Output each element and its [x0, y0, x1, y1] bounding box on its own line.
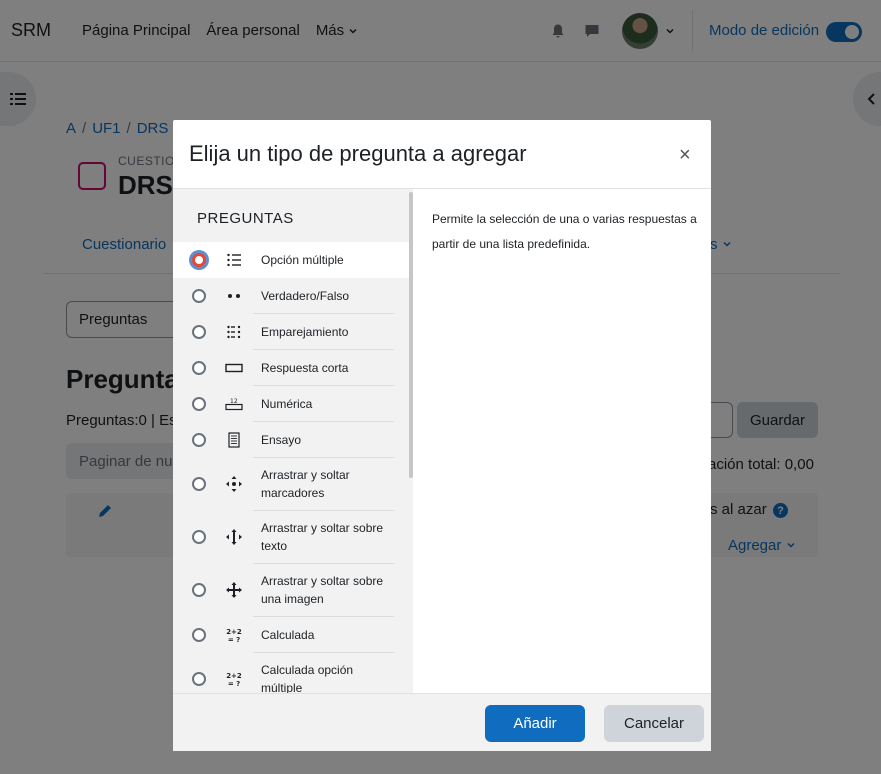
radio-button[interactable] — [192, 432, 206, 447]
radio-button[interactable] — [192, 360, 206, 375]
drag-image-icon — [225, 581, 243, 599]
option-ddimageortext[interactable]: Arrastrar y soltar sobre una imagen — [173, 564, 409, 616]
numeric-icon: 12 — [225, 395, 243, 413]
essay-icon — [225, 431, 243, 449]
radio-button[interactable] — [192, 627, 206, 642]
calculated-icon: 2+2 = ? — [225, 626, 243, 644]
two-dots-icon — [225, 287, 243, 305]
cancel-button[interactable]: Cancelar — [604, 705, 704, 742]
option-label: Emparejamiento — [261, 324, 349, 339]
option-numerical[interactable]: 12 Numérica — [173, 386, 409, 421]
option-ddmarker[interactable]: Arrastrar y soltar marcadores — [173, 458, 409, 510]
modal-footer: Añadir Cancelar — [173, 693, 711, 751]
short-answer-icon — [225, 359, 243, 377]
option-label: Arrastrar y soltar marcadores — [261, 468, 350, 500]
question-type-list: PREGUNTAS Opción múltiple Verdadero/Fals… — [173, 189, 413, 693]
question-type-chooser-dialog: Elija un tipo de pregunta a agregar × PR… — [173, 120, 711, 751]
radio-button[interactable] — [192, 530, 206, 544]
add-button[interactable]: Añadir — [485, 705, 585, 742]
matching-icon — [225, 323, 243, 341]
list-icon — [225, 251, 243, 269]
calculated-icon-text: 2+2 = ? — [226, 628, 242, 643]
radio-button[interactable] — [192, 324, 206, 339]
option-label: Respuesta corta — [261, 360, 349, 375]
radio-button[interactable] — [192, 477, 206, 491]
option-label: Verdadero/Falso — [261, 288, 350, 303]
option-calculated[interactable]: 2+2 = ? Calculada — [173, 617, 409, 652]
drag-markers-icon — [225, 475, 243, 493]
option-truefalse[interactable]: Verdadero/Falso — [173, 278, 409, 313]
calculated-multi-icon-text: 2+2 = ? — [226, 672, 242, 687]
modal-title: Elija un tipo de pregunta a agregar — [189, 141, 527, 166]
option-label: Arrastrar y soltar sobre una imagen — [261, 574, 384, 606]
option-calculatedmulti[interactable]: 2+2 = ? Calculada opción múltiple — [173, 653, 409, 693]
drag-text-icon — [225, 528, 243, 546]
option-multichoice[interactable]: Opción múltiple — [173, 242, 409, 278]
option-ddwtos[interactable]: Arrastrar y soltar sobre texto — [173, 511, 409, 563]
option-label: Numérica — [261, 396, 313, 411]
radio-button[interactable] — [192, 288, 206, 303]
option-shortanswer[interactable]: Respuesta corta — [173, 350, 409, 385]
modal-header: Elija un tipo de pregunta a agregar × — [173, 120, 711, 189]
option-essay[interactable]: Ensayo — [173, 422, 409, 457]
radio-button[interactable] — [192, 583, 206, 597]
option-label: Calculada — [261, 627, 315, 642]
question-type-description-pane: Permite la selección de una o varias res… — [413, 189, 711, 693]
radio-button[interactable] — [192, 672, 206, 686]
option-label: Ensayo — [261, 432, 302, 447]
option-match[interactable]: Emparejamiento — [173, 314, 409, 349]
question-type-description: Permite la selección de una o varias res… — [432, 212, 697, 251]
radio-button[interactable] — [192, 253, 206, 267]
option-label: Opción múltiple — [261, 253, 344, 267]
calculated-multi-icon: 2+2 = ? — [225, 670, 243, 688]
close-icon[interactable]: × — [679, 145, 691, 165]
radio-button[interactable] — [192, 396, 206, 411]
question-type-heading: PREGUNTAS — [197, 210, 294, 227]
option-label: Arrastrar y soltar sobre texto — [261, 521, 384, 553]
option-label: Calculada opción múltiple — [261, 663, 354, 693]
